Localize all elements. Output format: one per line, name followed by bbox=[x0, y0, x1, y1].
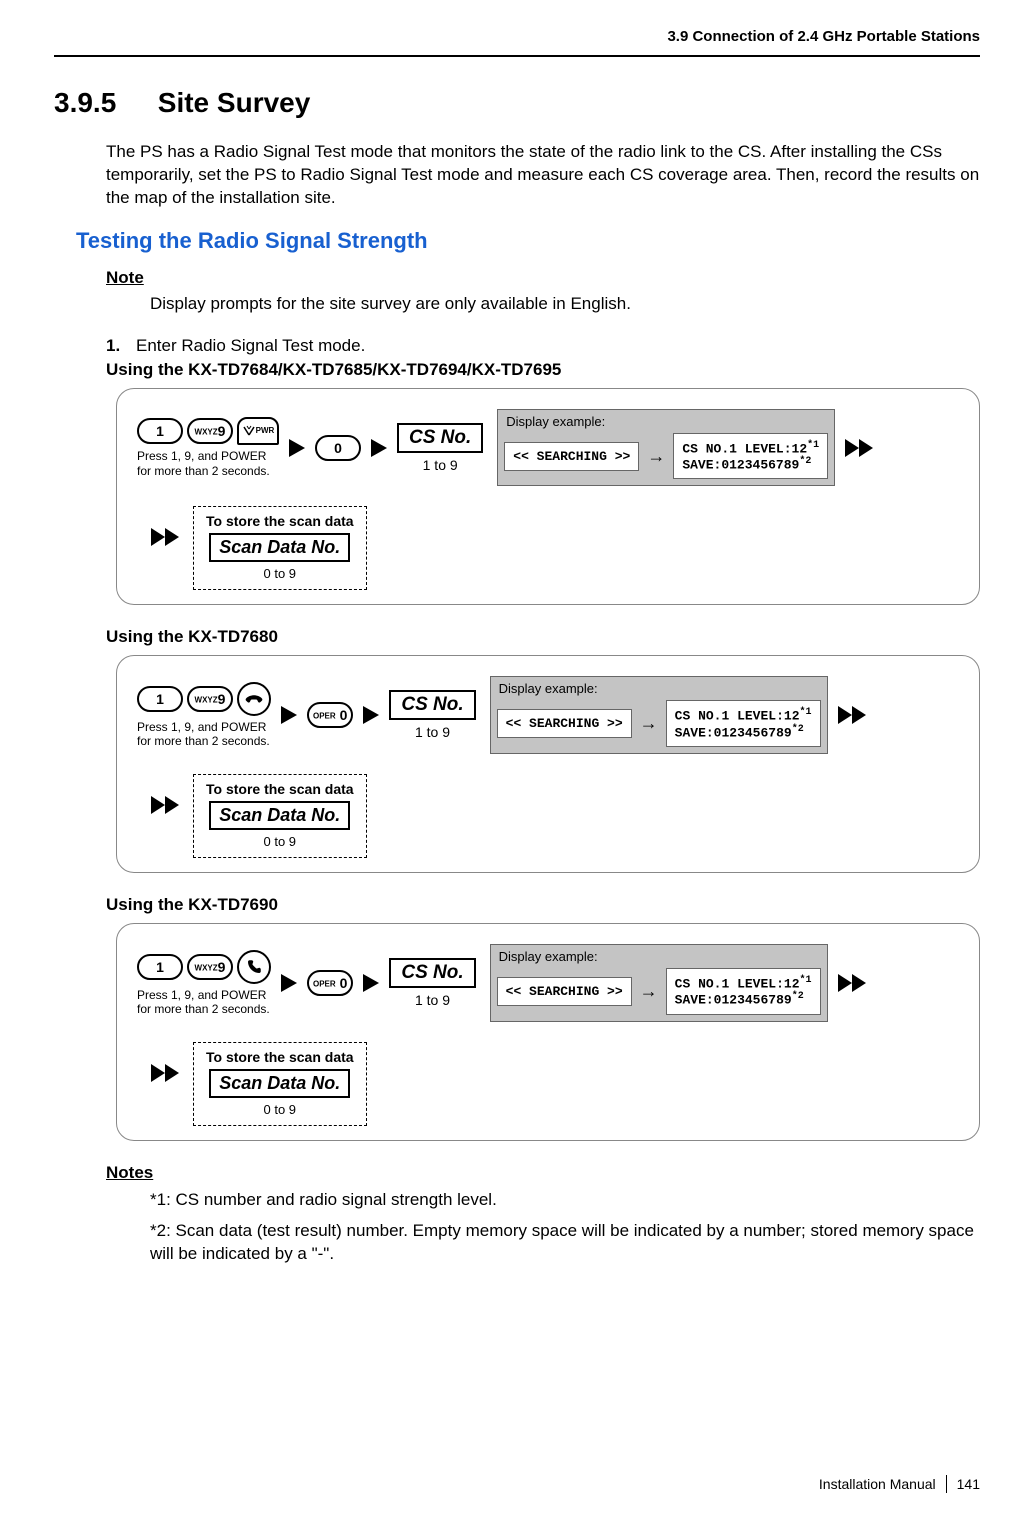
footer-page: 141 bbox=[957, 1476, 980, 1492]
key-9: WXYZ9 bbox=[187, 954, 233, 980]
lcd-searching: << SEARCHING >> bbox=[497, 709, 632, 738]
section-name: Site Survey bbox=[158, 87, 311, 118]
store-label: To store the scan data bbox=[206, 1049, 354, 1065]
cs-no-box: CS No. bbox=[389, 958, 475, 988]
flow-heading: Using the KX-TD7690 bbox=[106, 895, 980, 915]
key-0: OPER 0 bbox=[307, 702, 353, 728]
display-label: Display example: bbox=[499, 949, 821, 964]
double-arrow-icon bbox=[845, 439, 875, 457]
arrow-icon bbox=[281, 974, 297, 992]
cs-no-box: CS No. bbox=[397, 423, 483, 453]
scan-data-no-box: Scan Data No. bbox=[209, 533, 350, 562]
section-title: 3.9.5 Site Survey bbox=[54, 87, 980, 119]
section-number: 3.9.5 bbox=[54, 87, 150, 119]
display-example: Display example: << SEARCHING >> → CS NO.1 … bbox=[490, 676, 828, 754]
power-key: PWR bbox=[237, 417, 279, 445]
key-0: 0 bbox=[315, 435, 361, 461]
lcd-searching: << SEARCHING >> bbox=[497, 977, 632, 1006]
page-footer: Installation Manual 141 bbox=[54, 1475, 980, 1493]
double-arrow-icon bbox=[151, 796, 181, 814]
store-label: To store the scan data bbox=[206, 781, 354, 797]
cs-range: 1 to 9 bbox=[415, 724, 450, 740]
scan-range: 0 to 9 bbox=[264, 834, 297, 849]
display-example: Display example: << SEARCHING >> → CS NO.1 … bbox=[490, 944, 828, 1022]
double-arrow-icon bbox=[838, 706, 868, 724]
key-9: WXYZ9 bbox=[187, 418, 233, 444]
press-note: Press 1, 9, and POWERfor more than 2 sec… bbox=[137, 449, 270, 478]
arrow-right-icon: → bbox=[640, 981, 658, 1002]
flow-diagram: 1WXYZ9 Press 1, 9, and POWERfor more than… bbox=[116, 923, 980, 1141]
store-label: To store the scan data bbox=[206, 513, 354, 529]
intro-paragraph: The PS has a Radio Signal Test mode that… bbox=[106, 141, 980, 210]
double-arrow-icon bbox=[151, 1064, 181, 1082]
arrow-icon bbox=[363, 706, 379, 724]
flow-diagram: 1WXYZ9 Press 1, 9, and POWERfor more than… bbox=[116, 655, 980, 873]
display-example: Display example: << SEARCHING >> → CS NO.1 … bbox=[497, 409, 835, 487]
key-1: 1 bbox=[137, 418, 183, 444]
key-1: 1 bbox=[137, 686, 183, 712]
step-text: Enter Radio Signal Test mode. bbox=[136, 336, 365, 356]
display-label: Display example: bbox=[506, 414, 828, 429]
scan-data-no-box: Scan Data No. bbox=[209, 801, 350, 830]
key-9: WXYZ9 bbox=[187, 686, 233, 712]
notes-label: Notes bbox=[106, 1163, 980, 1183]
subsection-title: Testing the Radio Signal Strength bbox=[76, 228, 980, 254]
step-number: 1. bbox=[106, 336, 136, 356]
key-0: OPER 0 bbox=[307, 970, 353, 996]
lcd-searching: << SEARCHING >> bbox=[504, 442, 639, 471]
header-divider bbox=[54, 55, 980, 57]
lcd-result: CS NO.1 LEVEL:12*1SAVE:0123456789*2 bbox=[666, 700, 821, 747]
press-note: Press 1, 9, and POWERfor more than 2 sec… bbox=[137, 720, 270, 749]
scan-data-no-box: Scan Data No. bbox=[209, 1069, 350, 1098]
double-arrow-icon bbox=[151, 528, 181, 546]
arrow-icon bbox=[281, 706, 297, 724]
store-scan-box: To store the scan data Scan Data No. 0 to … bbox=[193, 506, 367, 590]
flow-diagram: 1WXYZ9PWR Press 1, 9, and POWERfor more t… bbox=[116, 388, 980, 606]
note-1: *1: CS number and radio signal strength … bbox=[150, 1189, 980, 1212]
store-scan-box: To store the scan data Scan Data No. 0 to … bbox=[193, 774, 367, 858]
lcd-result: CS NO.1 LEVEL:12*1SAVE:0123456789*2 bbox=[673, 433, 828, 480]
double-arrow-icon bbox=[838, 974, 868, 992]
header-section: 3.9 Connection of 2.4 GHz Portable Stati… bbox=[54, 28, 980, 45]
arrow-icon bbox=[371, 439, 387, 457]
scan-range: 0 to 9 bbox=[264, 566, 297, 581]
note-text: Display prompts for the site survey are … bbox=[150, 294, 980, 314]
flow-heading: Using the KX-TD7680 bbox=[106, 627, 980, 647]
store-scan-box: To store the scan data Scan Data No. 0 to … bbox=[193, 1042, 367, 1126]
cs-range: 1 to 9 bbox=[415, 992, 450, 1008]
power-key bbox=[237, 682, 271, 716]
display-label: Display example: bbox=[499, 681, 821, 696]
scan-range: 0 to 9 bbox=[264, 1102, 297, 1117]
arrow-icon bbox=[363, 974, 379, 992]
note-label: Note bbox=[106, 268, 980, 288]
key-1: 1 bbox=[137, 954, 183, 980]
cs-no-box: CS No. bbox=[389, 690, 475, 720]
arrow-right-icon: → bbox=[640, 713, 658, 734]
flow-heading: Using the KX-TD7684/KX-TD7685/KX-TD7694/… bbox=[106, 360, 980, 380]
cs-range: 1 to 9 bbox=[423, 457, 458, 473]
footer-doc: Installation Manual bbox=[819, 1476, 936, 1492]
power-key bbox=[237, 950, 271, 984]
arrow-icon bbox=[289, 439, 305, 457]
lcd-result: CS NO.1 LEVEL:12*1SAVE:0123456789*2 bbox=[666, 968, 821, 1015]
note-2: *2: Scan data (test result) number. Empt… bbox=[150, 1220, 980, 1266]
arrow-right-icon: → bbox=[647, 446, 665, 467]
press-note: Press 1, 9, and POWERfor more than 2 sec… bbox=[137, 988, 270, 1017]
